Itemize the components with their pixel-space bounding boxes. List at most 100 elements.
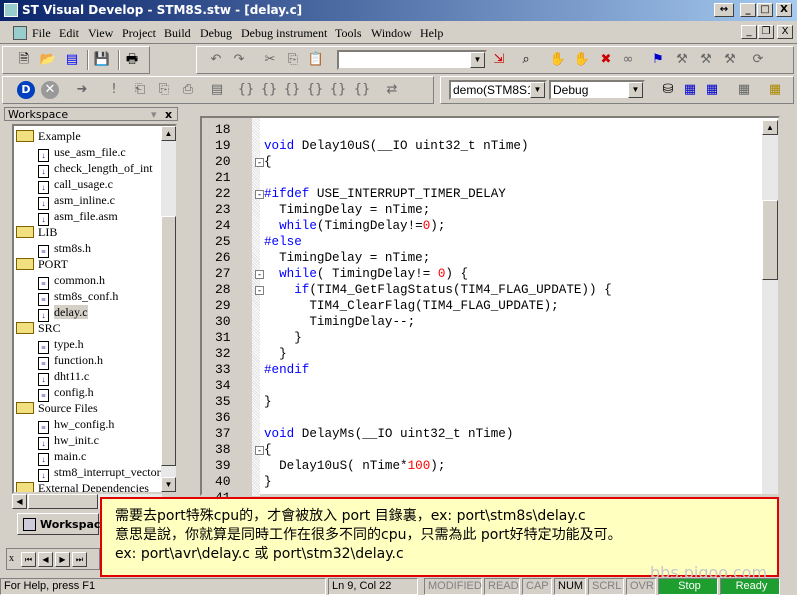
watch-glasses-icon[interactable]: ∞ [619, 51, 637, 69]
scroll-up-icon[interactable]: ▲ [762, 120, 778, 135]
menu-debug-instrument[interactable]: Debug instrument [241, 26, 327, 41]
menu-view[interactable]: View [88, 26, 113, 41]
new-window-icon[interactable]: ▤ [63, 51, 81, 69]
undo-icon[interactable]: ↶ [207, 51, 225, 69]
menu-build[interactable]: Build [164, 26, 191, 41]
copy-icon[interactable]: ⎘ [284, 51, 302, 69]
tree-folder[interactable]: Example [16, 128, 81, 144]
fold-toggle-icon[interactable]: - [255, 446, 264, 455]
find-in-files-icon[interactable]: ⇲ [490, 51, 508, 69]
compile-icon[interactable]: ⛁ [659, 81, 677, 99]
step-instr-icon[interactable]: {} [306, 81, 324, 99]
tree-file[interactable]: ↓ call_usage.c [38, 176, 113, 194]
run-to-cursor-icon[interactable]: ▤ [208, 81, 226, 99]
scroll-left-icon[interactable]: ◀ [12, 494, 27, 509]
tree-file[interactable]: ↓ use_asm_file.c [38, 144, 126, 162]
first-tab-icon[interactable]: ⏮ [21, 552, 36, 567]
next-tab-icon[interactable]: ▶ [55, 552, 70, 567]
menu-file[interactable]: File [32, 26, 51, 41]
binoculars-icon[interactable]: ⌕ [517, 51, 535, 69]
breakpoint-clear-icon[interactable]: ✖ [597, 51, 615, 69]
run-arrow-icon[interactable]: ➜ [73, 81, 91, 99]
run-to-return-icon[interactable]: {} [353, 81, 371, 99]
prev-tab-icon[interactable]: ◀ [38, 552, 53, 567]
tree-folder[interactable]: Source Files [16, 400, 98, 416]
refresh-icon[interactable]: ⟳ [749, 51, 767, 69]
bookmark-clear-icon[interactable]: ⚒ [721, 51, 739, 69]
tree-file[interactable]: ↓ asm_file.asm [38, 208, 118, 226]
print-icon[interactable]: 🖶 [123, 51, 141, 69]
program-icon[interactable]: ▦ [766, 81, 784, 99]
close-button[interactable]: X [776, 3, 792, 17]
tree-folder[interactable]: SRC [16, 320, 61, 336]
tree-file[interactable]: ↓ asm_inline.c [38, 192, 115, 210]
step-over-instr-icon[interactable]: {} [329, 81, 347, 99]
tree-file[interactable]: ↓ main.c [38, 448, 86, 466]
show-next-icon[interactable]: ⇄ [383, 81, 401, 99]
menu-help[interactable]: Help [420, 26, 443, 41]
step-icon[interactable]: ⎗ [131, 81, 149, 99]
menu-window[interactable]: Window [371, 26, 412, 41]
menu-debug[interactable]: Debug [200, 26, 232, 41]
menu-project[interactable]: Project [122, 26, 156, 41]
stop-build-icon[interactable]: ▦ [735, 81, 753, 99]
step-into-icon[interactable]: {} [237, 81, 255, 99]
tree-file[interactable]: ≡ common.h [38, 272, 105, 290]
rebuild-icon[interactable]: ▦ [703, 81, 721, 99]
chevron-down-icon[interactable]: ▼ [530, 82, 545, 98]
workspace-tab[interactable]: Workspace [17, 513, 108, 535]
tree-file[interactable]: ≡ function.h [38, 352, 103, 370]
step-over-brace-icon[interactable]: {} [260, 81, 278, 99]
fold-toggle-icon[interactable]: - [255, 270, 264, 279]
tree-file[interactable]: ≡ hw_config.h [38, 416, 114, 434]
new-file-icon[interactable]: 🗎 [15, 51, 33, 69]
maximize-button[interactable]: □ [757, 3, 773, 17]
close-workspace-icon[interactable]: x [165, 108, 172, 122]
minimize-button[interactable]: _ [740, 3, 756, 17]
menu-tools[interactable]: Tools [335, 26, 362, 41]
editor-vertical-scrollbar[interactable]: ▲ [762, 120, 778, 494]
scroll-down-icon[interactable]: ▼ [161, 477, 176, 492]
step-out-icon[interactable]: ⎙ [179, 81, 197, 99]
tree-file[interactable]: ↓ dht11.c [38, 368, 89, 386]
build-icon[interactable]: ▦ [681, 81, 699, 99]
search-combo[interactable]: ▼ [337, 50, 487, 70]
break-icon[interactable]: ! [105, 81, 123, 99]
tree-file[interactable]: ≡ stm8s_conf.h [38, 288, 118, 306]
stop-debug-icon[interactable]: ✕ [41, 81, 59, 99]
fold-toggle-icon[interactable]: - [255, 158, 264, 167]
scroll-up-icon[interactable]: ▲ [161, 126, 176, 141]
tree-folder[interactable]: PORT [16, 256, 68, 272]
open-folder-icon[interactable]: 📂 [39, 51, 57, 69]
scroll-thumb[interactable] [161, 216, 176, 466]
config-select[interactable]: Debug ▼ [549, 80, 645, 100]
fold-toggle-icon[interactable]: - [255, 286, 264, 295]
project-select[interactable]: demo(STM8S10 ▼ [449, 80, 547, 100]
scroll-thumb[interactable] [762, 200, 778, 280]
chevron-down-icon[interactable]: ▼ [470, 52, 485, 68]
tree-file[interactable]: ≡ type.h [38, 336, 84, 354]
hand-icon[interactable]: ✋ [549, 51, 567, 69]
tree-file[interactable]: ≡ stm8s.h [38, 240, 91, 258]
tree-file[interactable]: ↓ hw_init.c [38, 432, 99, 450]
child-minimize-button[interactable]: _ [741, 25, 757, 39]
close-output-icon[interactable]: x [9, 553, 14, 564]
tree-file[interactable]: ↓ delay.c [38, 304, 88, 322]
chevron-down-icon[interactable]: ▼ [628, 82, 643, 98]
resize-toggle-button[interactable]: ↔ [714, 3, 734, 17]
step-out-brace-icon[interactable]: {} [283, 81, 301, 99]
tree-vertical-scrollbar[interactable]: ▲ ▼ [161, 126, 176, 492]
tree-file[interactable]: ≡ config.h [38, 384, 94, 402]
redo-icon[interactable]: ↷ [230, 51, 248, 69]
tree-file[interactable]: ↓ stm8_interrupt_vector [38, 464, 161, 482]
scroll-thumb[interactable] [28, 494, 98, 509]
paste-icon[interactable]: 📋 [307, 51, 325, 69]
tree-folder[interactable]: LIB [16, 224, 57, 240]
fold-toggle-icon[interactable]: - [255, 190, 264, 199]
tree-file[interactable]: ↓ check_length_of_int [38, 160, 153, 178]
bookmark-flag-icon[interactable]: ⚑ [649, 51, 667, 69]
step-over-icon[interactable]: ⎘ [155, 81, 173, 99]
child-restore-button[interactable]: ❐ [758, 25, 774, 39]
bookmark-prev-icon[interactable]: ⚒ [697, 51, 715, 69]
pin-icon[interactable]: ▾ [151, 108, 157, 122]
